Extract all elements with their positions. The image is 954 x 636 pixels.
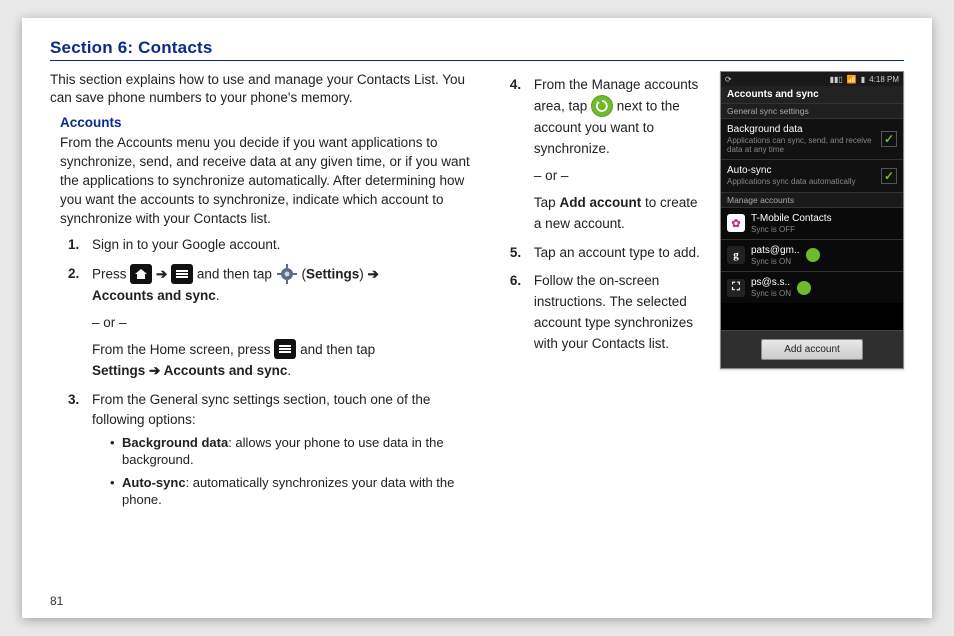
bullet-label: Background data xyxy=(122,435,228,450)
right-column: 4. From the Manage accounts area, tap ne… xyxy=(506,71,904,517)
account-status: Sync is ON xyxy=(751,257,800,266)
row-title: Auto-sync xyxy=(727,165,881,176)
sync-indicator-icon xyxy=(806,248,820,262)
step-number: 5. xyxy=(510,243,521,264)
checkbox-checked-icon[interactable]: ✓ xyxy=(881,131,897,147)
gear-icon xyxy=(276,263,298,285)
settings-path-label: Settings ➔ Accounts and sync xyxy=(92,363,287,378)
step-2: 2. Press ➔ and then tap (Settings) ➔ xyxy=(68,264,480,382)
step-text: Follow the on-screen instructions. The s… xyxy=(534,273,693,351)
account-row[interactable]: g pats@gm.. Sync is ON xyxy=(721,239,903,271)
sync-indicator-icon xyxy=(797,281,811,295)
arrow-icon: ➔ xyxy=(367,266,378,281)
steps-list-right: 4. From the Manage accounts area, tap ne… xyxy=(506,75,706,355)
section-title: Section 6: Contacts xyxy=(50,38,904,61)
status-bar: ⟳ ▮▮▯ 📶 ▮ 4:18 PM xyxy=(721,72,903,86)
phone-screenshot: ⟳ ▮▮▯ 📶 ▮ 4:18 PM Accounts and sync Gene… xyxy=(720,71,904,369)
step-4: 4. From the Manage accounts area, tap ne… xyxy=(510,75,706,235)
step-text: From the General sync settings section, … xyxy=(92,392,430,428)
setting-row-auto-sync[interactable]: Auto-sync Applications sync data automat… xyxy=(721,159,903,191)
step-text-part: Press xyxy=(92,266,130,281)
account-name: T-Mobile Contacts xyxy=(751,213,832,224)
options-bullets: Background data: allows your phone to us… xyxy=(92,435,480,509)
accounts-and-sync-label: Accounts and sync xyxy=(92,288,216,303)
account-icon: g xyxy=(727,246,745,264)
account-status: Sync is ON xyxy=(751,289,791,298)
status-left-icon: ⟳ xyxy=(725,75,732,84)
step-text: Tap an account type to add. xyxy=(534,245,700,260)
page-number: 81 xyxy=(50,594,63,608)
arrow-icon: ➔ xyxy=(156,266,167,281)
add-account-bold: Add account xyxy=(559,195,641,210)
step-text-part: and then tap xyxy=(300,342,375,357)
two-column-layout: This section explains how to use and man… xyxy=(50,71,904,517)
row-subtitle: Applications sync data automatically xyxy=(727,177,881,186)
step-5: 5. Tap an account type to add. xyxy=(510,243,706,264)
intro-paragraph: This section explains how to use and man… xyxy=(50,71,480,107)
account-icon: ⛶ xyxy=(727,279,745,297)
account-icon: ✿ xyxy=(727,214,745,232)
checkbox-checked-icon[interactable]: ✓ xyxy=(881,168,897,184)
document-page: Section 6: Contacts This section explain… xyxy=(22,18,932,618)
battery-icon: ▮ xyxy=(861,75,865,84)
add-account-button[interactable]: Add account xyxy=(761,339,863,360)
step-text-part: From the Home screen, press xyxy=(92,342,274,357)
step-number: 6. xyxy=(510,271,521,292)
menu-icon xyxy=(274,339,296,359)
or-divider: – or – xyxy=(534,166,706,187)
status-time: 4:18 PM xyxy=(869,75,899,84)
home-icon xyxy=(130,264,152,284)
setting-row-background-data[interactable]: Background data Applications can sync, s… xyxy=(721,118,903,159)
account-name: ps@s.s.. xyxy=(751,277,791,288)
step-number: 4. xyxy=(510,75,521,96)
bullet-auto-sync: Auto-sync: automatically synchronizes yo… xyxy=(110,475,480,509)
step-1: 1. Sign in to your Google account. xyxy=(68,235,480,256)
settings-label: Settings xyxy=(306,266,359,281)
left-column: This section explains how to use and man… xyxy=(50,71,480,517)
bullet-background-data: Background data: allows your phone to us… xyxy=(110,435,480,469)
signal-icon: ▮▮▯ xyxy=(830,75,843,84)
accounts-heading: Accounts xyxy=(60,115,480,130)
sync-icon xyxy=(591,95,613,117)
step-3: 3. From the General sync settings sectio… xyxy=(68,390,480,509)
step-6: 6. Follow the on-screen instructions. Th… xyxy=(510,271,706,355)
account-name: pats@gm.. xyxy=(751,245,800,256)
account-row[interactable]: ✿ T-Mobile Contacts Sync is OFF xyxy=(721,207,903,239)
row-subtitle: Applications can sync, send, and receive… xyxy=(727,136,881,154)
bullet-label: Auto-sync xyxy=(122,475,186,490)
account-row[interactable]: ⛶ ps@s.s.. Sync is ON xyxy=(721,271,903,303)
accounts-description: From the Accounts menu you decide if you… xyxy=(60,134,480,228)
status-right: ▮▮▯ 📶 ▮ 4:18 PM xyxy=(830,75,899,84)
manage-accounts-label: Manage accounts xyxy=(721,192,903,207)
screen-title: Accounts and sync xyxy=(721,86,903,103)
account-status: Sync is OFF xyxy=(751,225,832,234)
or-divider: – or – xyxy=(92,313,480,334)
signal-icon: 📶 xyxy=(847,75,857,84)
steps-list-left: 1. Sign in to your Google account. 2. Pr… xyxy=(50,235,480,509)
step-text-part: and then tap xyxy=(197,266,276,281)
step-number: 2. xyxy=(68,264,79,285)
phone-footer: Add account xyxy=(721,330,903,368)
step-text: Sign in to your Google account. xyxy=(92,237,280,252)
step-number: 3. xyxy=(68,390,79,411)
right-text-block: 4. From the Manage accounts area, tap ne… xyxy=(506,71,706,517)
row-title: Background data xyxy=(727,124,881,135)
step-text-part: Tap xyxy=(534,195,560,210)
menu-icon xyxy=(171,264,193,284)
step-number: 1. xyxy=(68,235,79,256)
screen-subtitle: General sync settings xyxy=(721,103,903,118)
